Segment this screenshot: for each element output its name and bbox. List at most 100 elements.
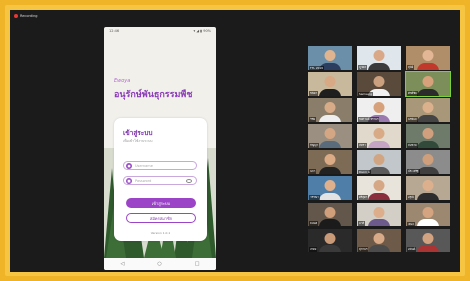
recording-indicator: Recording — [14, 14, 38, 18]
participant-face — [324, 76, 336, 88]
participant-face — [373, 50, 385, 61]
shared-phone-screen: 12:46 ▾ ◢ ▮ 90% Ewoya อนุรักษ์พันธุกรรมพ… — [104, 27, 216, 270]
participant-tile[interactable]: ธนพล — [308, 202, 352, 227]
participant-tile[interactable]: ศักดิ์ชัย — [405, 71, 451, 97]
participant-face — [422, 180, 434, 192]
meeting-screen: Recording 12:46 ▾ ◢ ▮ 90% Ewoya อนุรักษ์… — [10, 10, 460, 272]
participant-name: กัญญา — [309, 142, 320, 148]
participant-tile[interactable]: วรรณา — [308, 176, 352, 200]
register-button[interactable]: สมัครสมาชิก — [126, 213, 196, 223]
participant-tile[interactable]: ภัทรา — [357, 124, 401, 148]
participant-body — [319, 88, 341, 96]
phone-nav-bar: ◁ ○ □ — [104, 258, 216, 270]
participant-tile[interactable]: สุนีย์ — [406, 46, 450, 70]
participant-name: อนันต์ — [407, 247, 417, 253]
participant-body — [368, 140, 390, 148]
participant-name: สุภาพร — [358, 247, 369, 253]
show-password-icon[interactable] — [186, 179, 192, 183]
participant-body — [417, 140, 439, 148]
record-dot-icon — [14, 14, 18, 18]
participant-body — [417, 88, 439, 96]
recent-apps-icon[interactable]: □ — [195, 261, 200, 267]
participant-face — [373, 128, 385, 140]
participant-body — [368, 219, 390, 227]
participant-body — [368, 166, 390, 174]
participant-body — [319, 114, 341, 122]
login-button[interactable]: เข้าสู่ระบบ — [126, 198, 196, 208]
participant-tile[interactable]: มาลี — [357, 202, 401, 227]
participant-tile[interactable]: กัญญา — [308, 124, 352, 148]
participant-tile[interactable]: อรุณี — [406, 176, 450, 200]
participant-face — [422, 232, 434, 244]
participant-tile[interactable]: Room A — [357, 150, 401, 174]
participant-face — [422, 76, 434, 88]
username-field[interactable]: ● Username — [123, 161, 197, 170]
password-field[interactable]: ■ Password — [123, 176, 197, 185]
participant-tile[interactable]: Samsung — [357, 72, 401, 96]
participant-name: วิชัย — [309, 116, 317, 122]
participant-name: วรรณา — [309, 194, 320, 200]
participant-body — [319, 245, 341, 253]
participant-body — [417, 219, 439, 227]
participant-body — [319, 140, 341, 148]
participant-tile[interactable]: ประเสริฐ — [406, 150, 450, 174]
participant-name: สุนีย์ — [407, 64, 415, 70]
login-title: เข้าสู่ระบบ — [123, 129, 153, 137]
participant-tile[interactable]: ภูวดล — [357, 46, 401, 70]
participant-name: ภูวดล — [358, 64, 367, 70]
participant-face — [324, 128, 336, 140]
participant-body — [319, 166, 341, 174]
participant-face — [324, 206, 336, 218]
participant-face — [422, 102, 434, 114]
participant-gallery: TTL 2019 ภูวดล สุนีย์ชนิดา Samsung ศักดิ์ชัย… — [308, 46, 452, 256]
version-label: Version 1.0.1 — [150, 231, 171, 235]
participant-name: อรุณี — [407, 194, 415, 200]
participant-tile[interactable]: เกษม — [308, 228, 352, 253]
participant-face — [422, 206, 434, 218]
participant-name: ศักดิ์ชัย — [407, 90, 418, 96]
recording-label: Recording — [20, 14, 38, 18]
password-placeholder: Password — [135, 178, 152, 183]
participant-body — [319, 192, 341, 200]
participant-name: Room A — [358, 169, 371, 174]
home-icon[interactable]: ○ — [157, 261, 161, 267]
username-placeholder: Username — [135, 163, 153, 168]
participant-body — [417, 192, 439, 200]
participant-tile[interactable]: ชยกานต์ จิราพร — [357, 98, 401, 122]
participant-name: ชยกานต์ จิราพร — [358, 116, 380, 122]
participant-body — [417, 114, 439, 122]
participant-tile[interactable]: iPad — [406, 202, 450, 227]
participant-face — [373, 76, 385, 88]
phone-status-bar: 12:46 ▾ ◢ ▮ 90% — [104, 27, 216, 34]
brand-logo-text: Ewoya — [114, 78, 131, 84]
participant-name: ประเสริฐ — [407, 168, 420, 174]
participant-name: พรพิมล — [407, 116, 418, 122]
participant-face — [324, 180, 336, 192]
participant-name: TTL 2019 — [309, 65, 324, 70]
participant-tile[interactable]: อนันต์ — [406, 228, 450, 253]
participant-tile[interactable]: วิชัย — [308, 98, 352, 122]
participant-tile[interactable]: ศรีสุดา — [357, 176, 401, 200]
participant-face — [324, 154, 336, 166]
lock-icon: ■ — [126, 177, 132, 184]
app-title: อนุรักษ์พันธุกรรมพืช — [114, 90, 193, 100]
participant-face — [324, 232, 336, 244]
participant-name: iPad — [407, 222, 415, 227]
login-card: เข้าสู่ระบบ เพื่อเข้าใช้งานระบบ ● Userna… — [114, 118, 207, 241]
participant-tile[interactable]: สมชาย — [406, 124, 450, 148]
status-icons: ▾ ◢ ▮ 90% — [193, 28, 212, 33]
participant-tile[interactable]: สุภาพร — [357, 228, 401, 253]
participant-tile[interactable]: นภา — [308, 150, 352, 174]
participant-name: ศรีสุดา — [358, 194, 369, 200]
participant-body — [368, 245, 390, 253]
participant-tile[interactable]: พรพิมล — [406, 98, 450, 122]
participant-name: ธนพล — [309, 221, 319, 227]
participant-name: นภา — [309, 168, 317, 174]
back-icon[interactable]: ◁ — [121, 261, 125, 267]
participant-tile[interactable]: TTL 2019 — [308, 46, 352, 70]
participant-body — [417, 62, 439, 70]
participant-face — [373, 154, 385, 166]
participant-tile[interactable]: ชนิดา — [308, 72, 352, 96]
participant-face — [373, 102, 385, 114]
participant-name: มาลี — [358, 221, 366, 227]
